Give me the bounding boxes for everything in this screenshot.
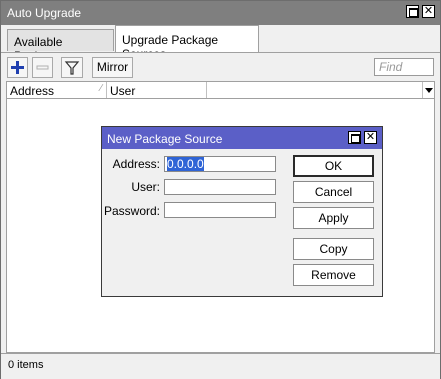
apply-label: Apply: [318, 211, 349, 225]
item-count: 0 items: [8, 359, 44, 371]
window-title: Auto Upgrade: [7, 6, 82, 20]
cancel-label: Cancel: [314, 185, 353, 199]
ok-button[interactable]: OK: [293, 155, 374, 177]
remove-label: Remove: [311, 268, 356, 282]
column-label: User: [110, 84, 136, 98]
address-label: Address:: [112, 157, 160, 171]
remove-source-button[interactable]: Remove: [293, 264, 374, 286]
table-header: Address ∕ User: [6, 81, 435, 99]
dialog-title: New Package Source: [107, 132, 223, 146]
close-icon: ✕: [365, 131, 376, 143]
tab-bar: Available Packages Upgrade Package Sourc…: [1, 25, 440, 63]
chevron-down-icon: [425, 88, 433, 93]
apply-button[interactable]: Apply: [293, 207, 374, 229]
add-button[interactable]: [7, 57, 28, 78]
column-header-address[interactable]: Address ∕: [7, 82, 107, 98]
tab-available-packages[interactable]: Available Packages: [7, 29, 114, 63]
find-input[interactable]: Find: [374, 58, 434, 76]
plus-icon: [11, 61, 24, 74]
copy-button[interactable]: Copy: [293, 238, 374, 260]
filter-icon: [64, 61, 80, 75]
close-button[interactable]: ✕: [422, 5, 435, 18]
address-value: 0.0.0.0: [167, 157, 204, 171]
password-label: Password:: [103, 204, 160, 218]
mirror-label: Mirror: [96, 60, 129, 74]
column-label: Address: [10, 84, 55, 98]
dialog-close-button[interactable]: ✕: [364, 131, 377, 144]
dialog-titlebar[interactable]: New Package Source ✕: [102, 127, 382, 149]
window-titlebar[interactable]: Auto Upgrade ✕: [1, 1, 440, 25]
address-field[interactable]: 0.0.0.0: [164, 156, 276, 172]
status-bar: 0 items: [1, 353, 440, 379]
user-label: User:: [131, 180, 160, 194]
mirror-button[interactable]: Mirror: [92, 57, 133, 78]
user-field[interactable]: [164, 179, 276, 195]
cancel-button[interactable]: Cancel: [293, 181, 374, 203]
column-menu-button[interactable]: [422, 82, 435, 98]
maximize-icon: [409, 8, 418, 17]
tab-upgrade-package-sources[interactable]: Upgrade Package Sources: [115, 25, 259, 61]
column-header-user[interactable]: User: [107, 82, 207, 98]
copy-label: Copy: [319, 242, 348, 256]
maximize-button[interactable]: [406, 5, 419, 18]
close-icon: ✕: [423, 5, 434, 17]
sort-indicator-icon: ∕: [100, 83, 102, 94]
dialog-maximize-button[interactable]: [348, 131, 361, 144]
minus-icon: [36, 65, 49, 70]
new-package-source-dialog: New Package Source ✕ Address: 0.0.0.0 Us…: [101, 126, 383, 297]
ok-label: OK: [324, 159, 343, 173]
password-field[interactable]: [164, 202, 276, 218]
remove-button[interactable]: [32, 57, 53, 78]
filter-button[interactable]: [61, 57, 83, 78]
maximize-icon: [351, 134, 360, 143]
toolbar: Mirror Find: [1, 52, 440, 82]
find-placeholder: Find: [379, 60, 403, 74]
